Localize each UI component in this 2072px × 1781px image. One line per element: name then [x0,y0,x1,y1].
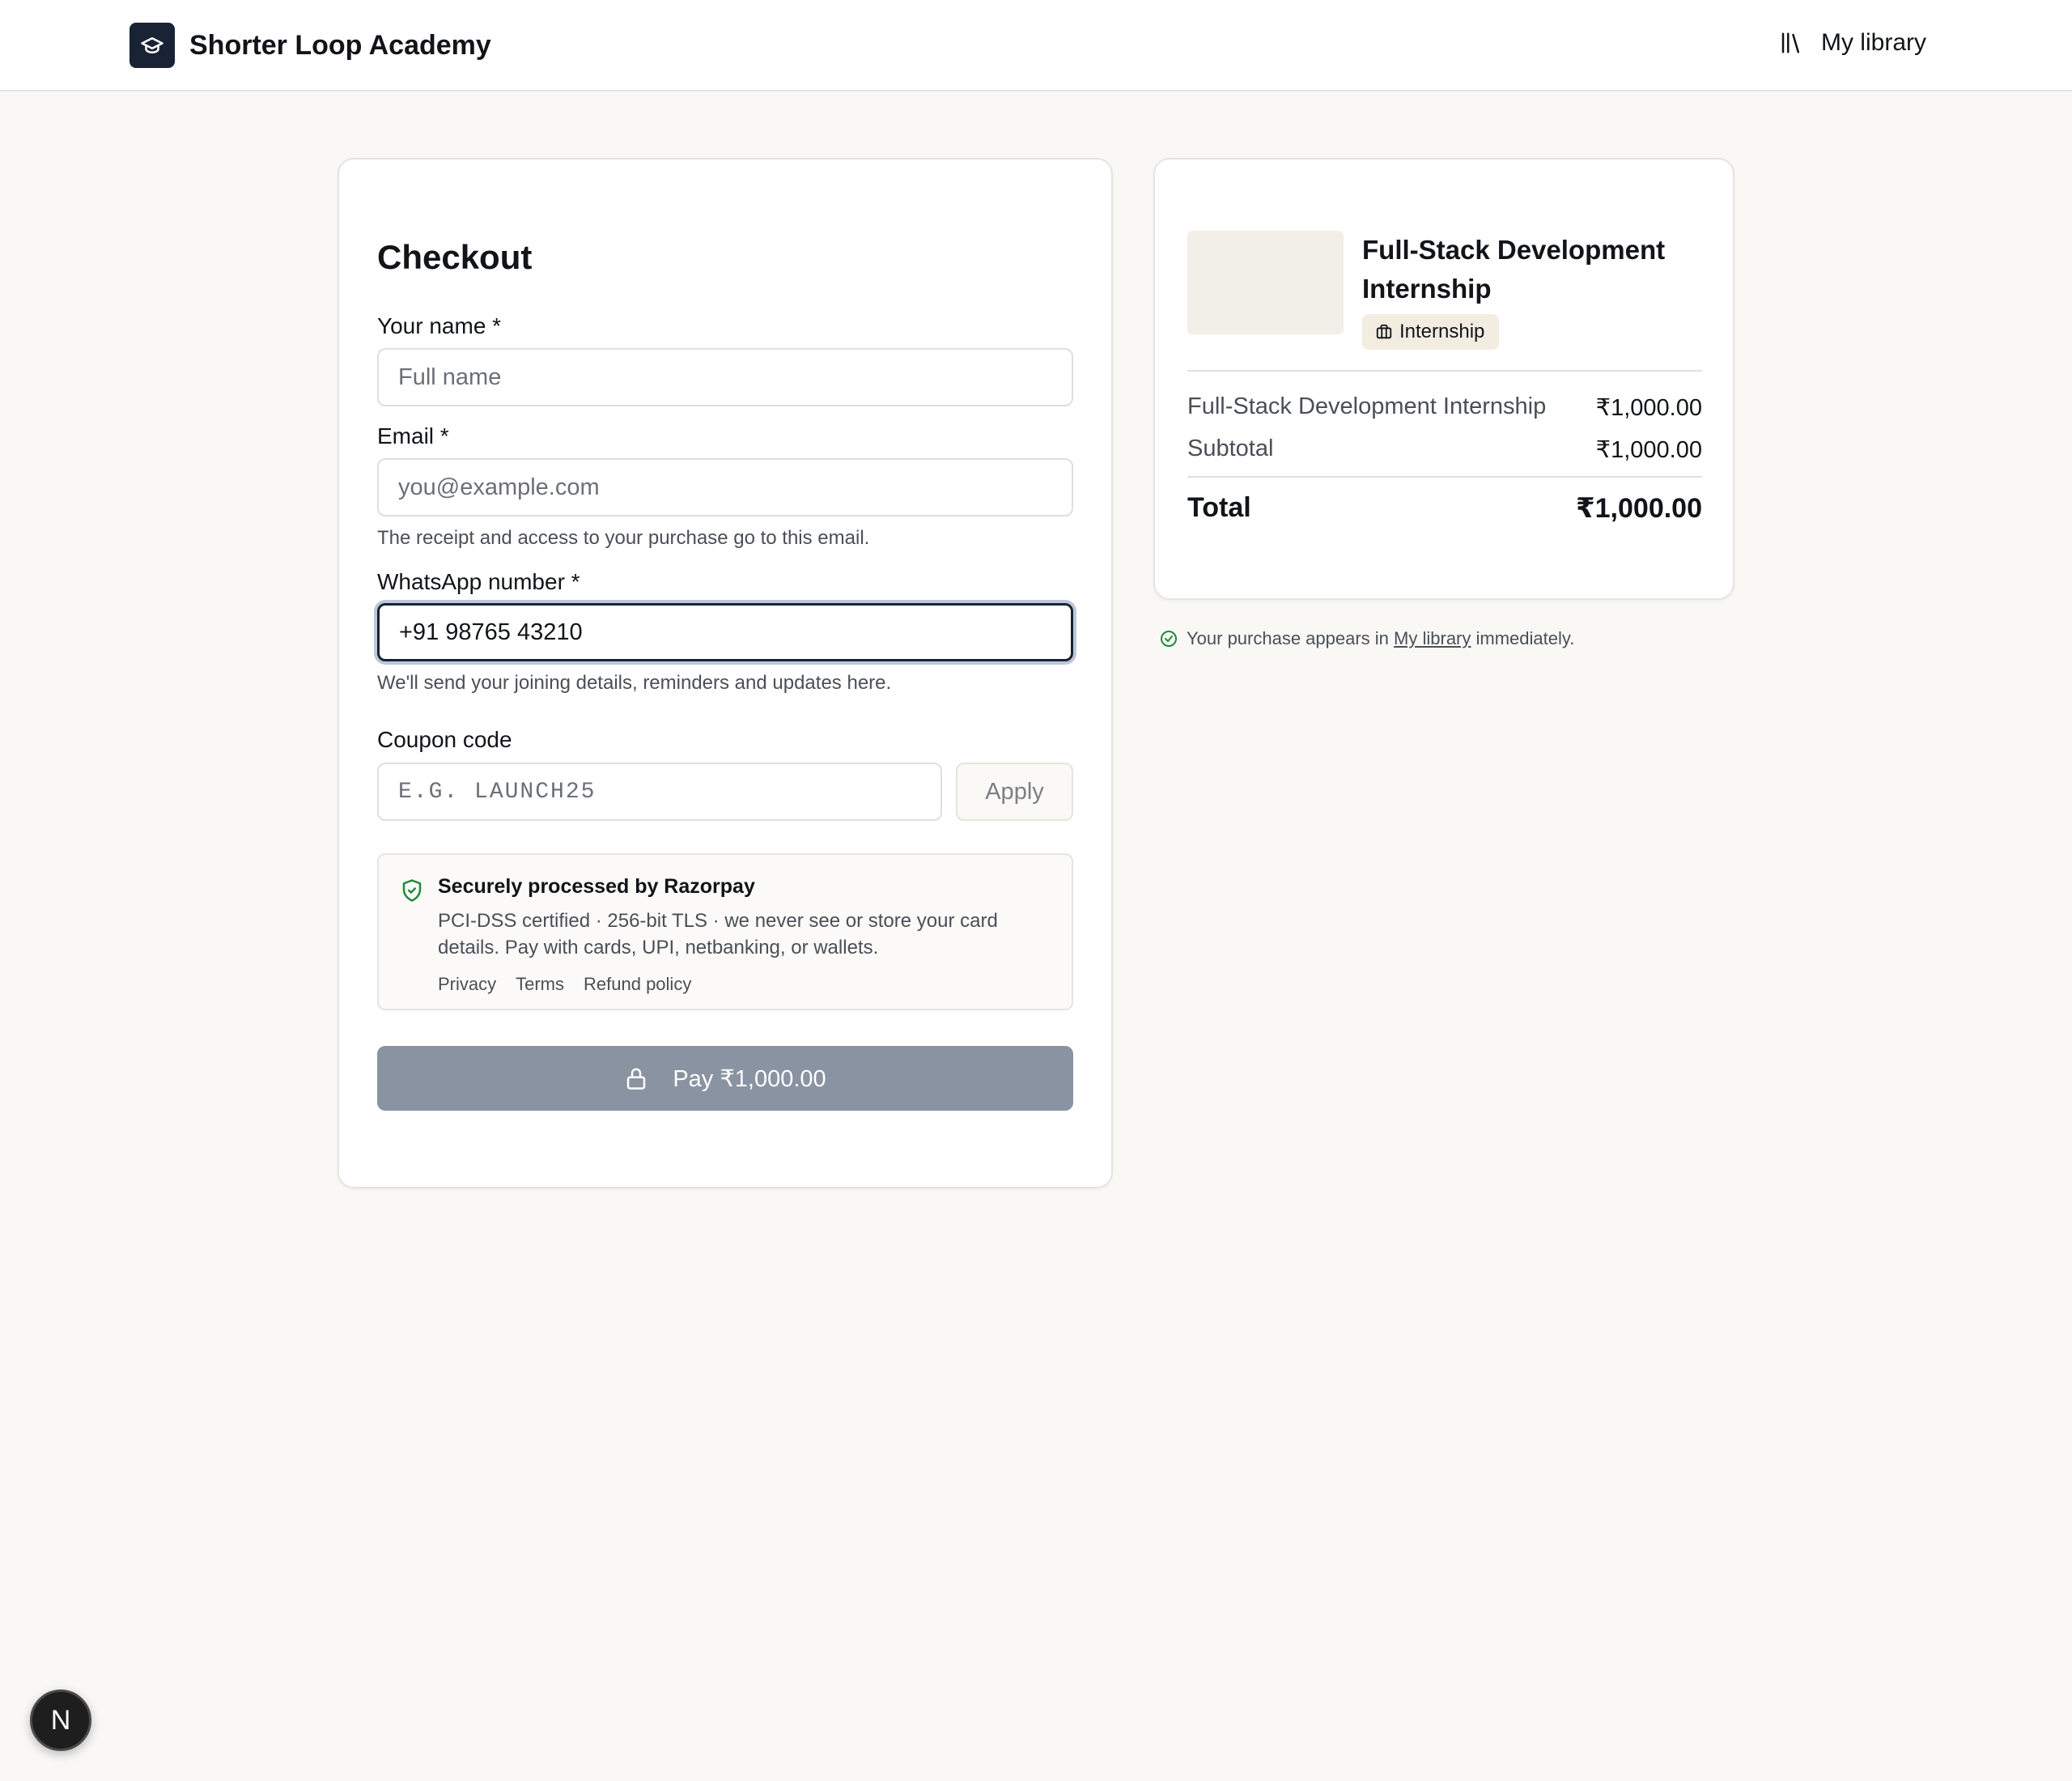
name-input[interactable] [377,348,1073,406]
policy-links: Privacy Terms Refund policy [438,974,691,995]
my-library-label: My library [1820,29,1926,56]
secure-payment-notice: Securely processed by Razorpay PCI-DSS c… [377,853,1073,1010]
brand[interactable]: Shorter Loop Academy [130,23,491,68]
summary-divider [1187,370,1702,372]
brand-name: Shorter Loop Academy [189,29,491,61]
whatsapp-input[interactable] [377,603,1073,661]
top-header: Shorter Loop Academy My library [0,0,2072,91]
product-type-badge: Internship [1362,314,1500,350]
order-summary-card: Full-Stack Development Internship Intern… [1153,158,1734,600]
privacy-link[interactable]: Privacy [438,974,496,995]
pay-button[interactable]: Pay ₹1,000.00 [377,1046,1073,1111]
total-divider [1187,476,1702,478]
line-item-name: Full-Stack Development Internship [1187,393,1547,419]
whatsapp-label: WhatsApp number * [377,569,580,594]
lock-icon [627,1068,646,1090]
secure-title: Securely processed by Razorpay [438,875,755,898]
line-item-price: ₹1,000.00 [1595,395,1702,421]
checkout-card: Checkout Your name * Email * The receipt… [338,158,1113,1188]
check-circle-icon [1161,631,1177,647]
shield-check-icon [402,879,422,902]
refund-policy-link[interactable]: Refund policy [584,974,691,995]
terms-link[interactable]: Terms [516,974,564,995]
total-label: Total [1187,492,1251,523]
email-hint: The receipt and access to your purchase … [377,527,870,549]
secure-description: PCI-DSS certified · 256-bit TLS · we nev… [438,910,998,959]
library-note: Your purchase appears in My library imme… [1159,628,1574,649]
total-row: Total ₹1,000.00 [1187,492,1702,525]
total-value: ₹1,000.00 [1575,493,1702,524]
email-label: Email * [377,423,449,448]
coupon-label: Coupon code [377,727,512,752]
my-library-link[interactable]: My library [1779,29,1926,57]
dev-tools-badge[interactable]: N [30,1690,91,1751]
checkout-title: Checkout [377,238,533,276]
subtotal-value: ₹1,000.00 [1595,437,1702,463]
pay-button-label: Pay ₹1,000.00 [673,1065,826,1092]
name-label: Your name * [377,313,502,338]
coupon-input[interactable] [377,763,942,821]
library-note-after: immediately. [1475,628,1575,648]
product-thumbnail [1187,231,1344,334]
apply-coupon-button[interactable]: Apply [956,763,1073,821]
line-item-row: Full-Stack Development Internship ₹1,000… [1187,393,1702,422]
subtotal-row: Subtotal ₹1,000.00 [1187,436,1702,464]
badge-label: Internship [1399,321,1485,342]
library-note-before: Your purchase appears in [1187,628,1389,648]
library-icon [1781,32,1799,53]
briefcase-icon [1376,324,1392,339]
product-title: Full-Stack Development Internship [1362,235,1666,304]
whatsapp-hint: We'll send your joining details, reminde… [377,672,892,694]
email-input[interactable] [377,458,1073,516]
graduation-cap-icon [130,23,175,68]
library-note-link[interactable]: My library [1394,628,1471,649]
subtotal-label: Subtotal [1187,436,1274,461]
